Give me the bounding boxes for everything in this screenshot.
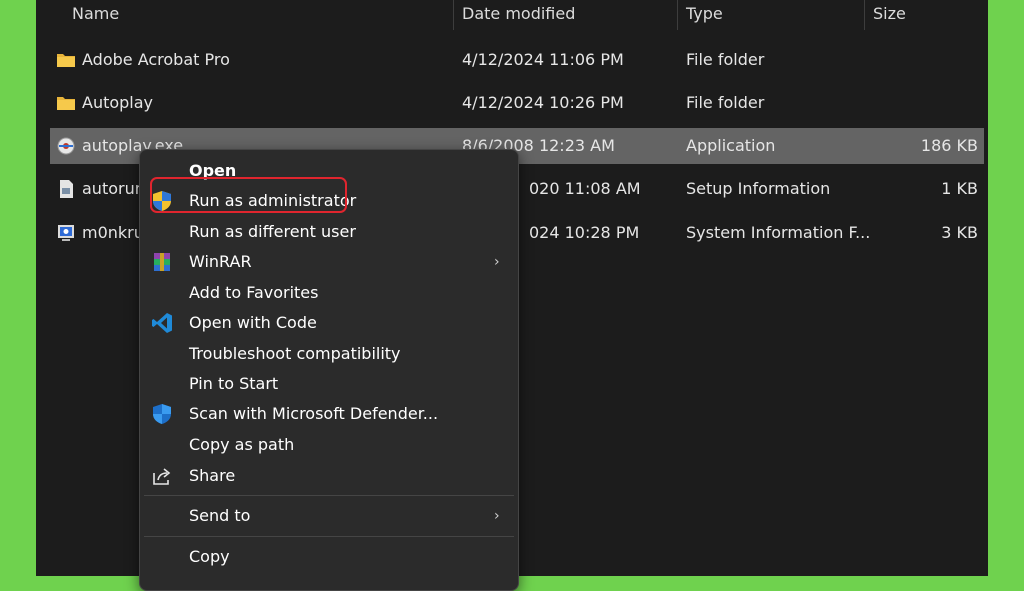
file-size: 1 KB bbox=[941, 179, 978, 198]
share-icon bbox=[153, 468, 171, 485]
menu-item-label: Add to Favorites bbox=[189, 283, 319, 302]
file-type: System Information F... bbox=[686, 223, 871, 242]
app-icon bbox=[57, 137, 75, 155]
menu-item-label: Open with Code bbox=[189, 313, 317, 332]
file-type: Setup Information bbox=[686, 179, 831, 198]
file-name: m0nkru bbox=[82, 223, 144, 242]
menu-item-label: Share bbox=[189, 466, 236, 485]
menu-item-label: Pin to Start bbox=[189, 374, 279, 393]
menu-separator bbox=[144, 536, 514, 537]
file-name: Adobe Acrobat Pro bbox=[82, 50, 230, 69]
menu-item-label: Copy bbox=[189, 547, 230, 566]
chevron-right-icon: › bbox=[494, 254, 500, 270]
menu-item-label: WinRAR bbox=[189, 252, 252, 271]
file-name: autorun bbox=[82, 179, 145, 198]
menu-item-label: Scan with Microsoft Defender... bbox=[189, 404, 439, 423]
file-date: 020 11:08 AM bbox=[529, 179, 641, 198]
menu-item-send-to[interactable]: Send to › bbox=[144, 501, 514, 531]
menu-item-copy-as-path[interactable]: Copy as path bbox=[144, 430, 514, 460]
column-divider[interactable] bbox=[677, 0, 678, 30]
menu-item-label: Send to bbox=[189, 506, 251, 525]
menu-item-open-with-code[interactable]: Open with Code bbox=[144, 308, 514, 338]
file-type: Application bbox=[686, 136, 776, 155]
file-type: File folder bbox=[686, 50, 765, 69]
menu-item-label: Run as different user bbox=[189, 222, 356, 241]
column-header-type[interactable]: Type bbox=[686, 0, 723, 30]
column-divider[interactable] bbox=[453, 0, 454, 30]
file-date: 024 10:28 PM bbox=[529, 223, 640, 242]
highlight-annotation bbox=[150, 177, 347, 213]
file-row[interactable]: Autoplay 4/12/2024 10:26 PM File folder bbox=[50, 85, 984, 121]
system-info-icon bbox=[58, 225, 74, 241]
file-date: 4/12/2024 10:26 PM bbox=[462, 93, 624, 112]
defender-shield-icon bbox=[153, 404, 171, 424]
folder-icon bbox=[57, 54, 75, 67]
winrar-icon bbox=[154, 253, 170, 271]
menu-item-pin-to-start[interactable]: Pin to Start bbox=[144, 369, 514, 399]
column-header-size[interactable]: Size bbox=[873, 0, 906, 30]
menu-item-scan-with-defender[interactable]: Scan with Microsoft Defender... bbox=[144, 399, 514, 429]
menu-item-share[interactable]: Share bbox=[144, 461, 514, 491]
file-name: Autoplay bbox=[82, 93, 154, 112]
menu-item-copy[interactable]: Copy bbox=[144, 542, 514, 572]
menu-item-troubleshoot-compatibility[interactable]: Troubleshoot compatibility bbox=[144, 339, 514, 369]
folder-icon bbox=[57, 97, 75, 110]
column-header-name[interactable]: Name bbox=[72, 0, 119, 30]
menu-item-winrar[interactable]: WinRAR › bbox=[144, 247, 514, 277]
context-menu: Open Run as administrator Run as differe… bbox=[139, 149, 519, 591]
chevron-right-icon: › bbox=[494, 508, 500, 524]
file-size: 3 KB bbox=[941, 223, 978, 242]
file-type: File folder bbox=[686, 93, 765, 112]
setup-info-icon bbox=[60, 180, 73, 198]
menu-item-run-as-different-user[interactable]: Run as different user bbox=[144, 217, 514, 247]
vscode-icon bbox=[152, 313, 172, 333]
menu-item-label: Copy as path bbox=[189, 435, 295, 454]
column-divider[interactable] bbox=[864, 0, 865, 30]
menu-item-add-to-favorites[interactable]: Add to Favorites bbox=[144, 278, 514, 308]
file-row[interactable]: Adobe Acrobat Pro 4/12/2024 11:06 PM Fil… bbox=[50, 42, 984, 78]
file-size: 186 KB bbox=[920, 136, 978, 155]
menu-separator bbox=[144, 495, 514, 496]
column-header: Name Date modified Type Size bbox=[36, 0, 988, 30]
menu-item-label: Troubleshoot compatibility bbox=[189, 344, 401, 363]
file-date: 4/12/2024 11:06 PM bbox=[462, 50, 624, 69]
column-header-date[interactable]: Date modified bbox=[462, 0, 575, 30]
